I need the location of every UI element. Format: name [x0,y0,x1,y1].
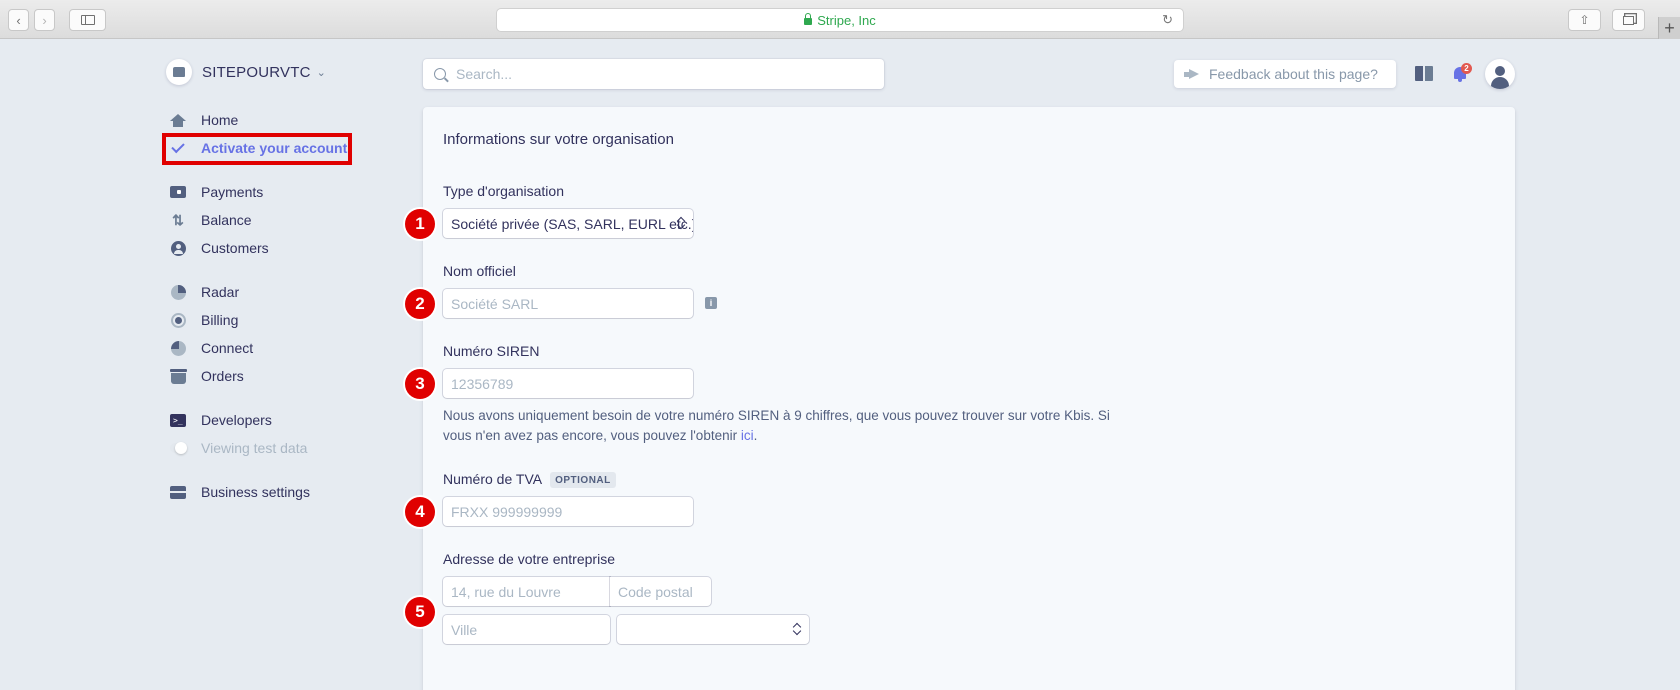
siren-label: Numéro SIREN [443,343,540,359]
sidebar-item-payments[interactable]: Payments [170,181,263,203]
sidebar-item-label: Customers [201,240,269,256]
orders-icon [169,368,187,384]
user-avatar[interactable] [1485,59,1515,89]
annotation-marker-4: 4 [405,497,435,527]
siren-help-end: . [753,428,758,443]
tabs-overview-button[interactable] [1612,9,1645,31]
vat-field [443,497,693,526]
org-type-select[interactable]: Société privée (SAS, SARL, EURL etc.) [443,209,693,238]
billing-icon [170,312,186,328]
postal-code-input[interactable] [618,583,711,600]
url-label: Stripe, Inc [817,12,876,28]
org-type-value: Société privée (SAS, SARL, EURL etc.) [451,215,693,232]
sidebar-item-business-settings[interactable]: Business settings [170,481,310,503]
siren-input[interactable] [451,375,693,392]
vat-label: Numéro de TVA [443,471,543,487]
siren-help-link[interactable]: ici [741,428,754,443]
highlight-box [162,133,352,165]
forward-button[interactable]: › [34,9,55,31]
account-name: SITEPOURVTC [202,63,311,81]
sidebar-item-label: Payments [201,184,264,200]
siren-help-text: Nous avons uniquement besoin de votre nu… [443,406,1123,446]
feedback-label: Feedback about this page? [1209,66,1378,82]
feedback-button[interactable]: Feedback about this page? [1174,60,1396,88]
country-select[interactable] [617,615,809,644]
sidebar-item-radar[interactable]: Radar [170,281,239,303]
address-bar[interactable]: Stripe, Inc ↻ [496,8,1184,32]
form-title: Informations sur votre organisation [443,131,674,148]
legal-name-label: Nom officiel [443,263,516,279]
sidebar-item-customers[interactable]: Customers [170,237,269,259]
chevron-down-icon: ⌄ [316,66,326,79]
sidebar-item-developers[interactable]: >_ Developers [170,409,272,431]
store-icon [166,59,192,85]
street-field [443,577,610,606]
sidebar-item-balance[interactable]: ⇅ Balance [170,209,252,231]
lock-icon [804,12,813,25]
back-button[interactable]: ‹ [8,9,29,31]
balance-icon: ⇅ [172,211,184,228]
city-field [443,615,610,644]
payments-icon [170,184,186,200]
notification-count-badge: 2 [1461,63,1472,74]
toggle-icon[interactable] [170,440,187,456]
sidebar-item-label: Balance [201,212,252,228]
info-icon[interactable]: i [705,297,717,309]
sidebar-item-label: Business settings [201,484,310,500]
sidebar-item-label: Billing [201,312,239,328]
sidebar-item-home[interactable]: Home [170,109,238,131]
developers-icon: >_ [170,412,186,428]
megaphone-icon [1184,69,1200,80]
siren-help-body: Nous avons uniquement besoin de votre nu… [443,408,1110,443]
legal-name-field [443,289,693,318]
home-icon [170,112,186,128]
sidebar-item-connect[interactable]: Connect [170,337,253,359]
annotation-marker-5: 5 [405,597,435,627]
sidebar-item-test-data-toggle[interactable]: Viewing test data [170,437,307,459]
siren-field [443,369,693,398]
business-settings-icon [170,484,186,500]
annotation-marker-2: 2 [405,289,435,319]
search-input[interactable] [456,66,856,82]
share-button[interactable]: ⇧ [1568,9,1601,31]
tabs-icon [1623,15,1634,25]
city-input[interactable] [451,621,610,638]
sidebar-toggle-button[interactable] [69,9,106,31]
sidebar-item-billing[interactable]: Billing [170,309,238,331]
search-box [423,59,884,89]
reload-icon[interactable]: ↻ [1162,12,1173,28]
radar-icon [170,284,186,300]
optional-badge: OPTIONAL [550,472,616,488]
connect-icon [170,340,186,356]
org-type-label: Type d'organisation [443,183,564,199]
account-switcher[interactable]: SITEPOURVTC ⌄ [166,59,326,85]
address-label: Adresse de votre entreprise [443,551,615,567]
annotation-marker-3: 3 [405,369,435,399]
legal-name-input[interactable] [451,295,693,312]
sidebar-item-label: Radar [201,284,240,300]
sidebar-item-label: Orders [201,368,244,384]
select-arrows-icon [677,216,685,230]
sidebar-icon [80,15,95,25]
browser-toolbar: ‹ › Stripe, Inc ↻ ⇧ + [0,0,1680,39]
sidebar-item-orders[interactable]: Orders [169,365,244,387]
vat-input[interactable] [451,503,693,520]
sidebar-item-label: Home [201,112,239,128]
sidebar-item-label: Viewing test data [201,440,308,456]
select-arrows-icon [793,622,801,636]
new-tab-button[interactable]: + [1658,17,1680,39]
search-icon [434,68,446,80]
sidebar-item-label: Developers [201,412,272,428]
annotation-marker-1: 1 [405,209,435,239]
sidebar-item-label: Connect [201,340,254,356]
postal-code-field [610,577,711,606]
customers-icon [170,240,186,256]
vat-label-row: Numéro de TVA OPTIONAL [443,471,616,489]
street-input[interactable] [451,583,610,600]
docs-book-icon[interactable] [1415,66,1433,81]
